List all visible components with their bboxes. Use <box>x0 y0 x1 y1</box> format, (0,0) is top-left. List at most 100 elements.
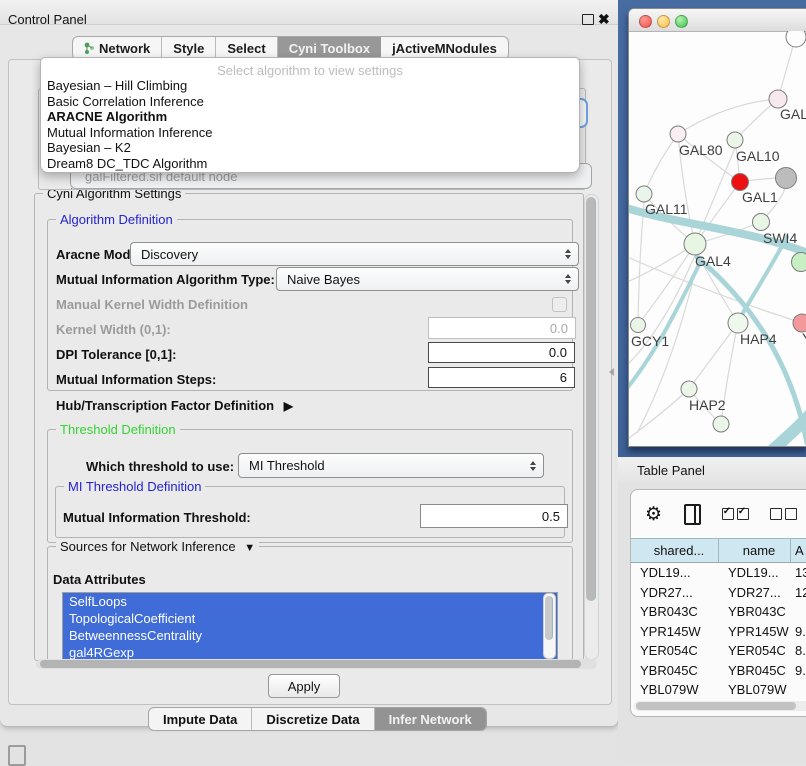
chevron-right-icon: ▶ <box>284 399 293 413</box>
network-view-window[interactable]: GAL GAL80 GAL10 GAL1 GAL11 SWI4 GAL4 GCY… <box>628 8 806 447</box>
panel-divider-collapse-arrow[interactable] <box>609 368 614 376</box>
algorithm-dropdown-popup: Select algorithm to view settings Bayesi… <box>40 57 580 173</box>
minimized-panel-icon[interactable] <box>8 745 26 766</box>
popup-placeholder: Select algorithm to view settings <box>41 58 579 78</box>
node[interactable] <box>713 416 729 432</box>
scrollbar-thumb[interactable] <box>636 702 796 710</box>
tab-network[interactable]: Network <box>73 37 162 59</box>
svg-text:GCY1: GCY1 <box>631 333 669 349</box>
column-header[interactable]: name <box>719 539 791 562</box>
gear-icon[interactable]: ⚙ <box>645 505 662 524</box>
node-gal10[interactable] <box>727 132 743 148</box>
table-horizontal-scrollbar[interactable] <box>634 701 806 711</box>
zoom-traffic-light-icon[interactable] <box>675 15 688 28</box>
aracne-mode-combo[interactable]: Discovery <box>130 242 579 266</box>
mi-steps-field[interactable]: 6 <box>428 367 575 388</box>
node[interactable] <box>786 31 806 47</box>
tab-jactivemnodules[interactable]: jActiveMNodules <box>381 37 508 59</box>
dpi-tolerance-field[interactable]: 0.0 <box>428 342 575 363</box>
table-panel-titlebar[interactable]: Table Panel <box>618 457 806 484</box>
manual-kernel-checkbox[interactable] <box>552 297 567 312</box>
mi-threshold-field[interactable]: 0.5 <box>420 504 568 528</box>
expander-label: Sources for Network Inference <box>60 539 236 554</box>
node-gray[interactable] <box>776 168 797 189</box>
node-labels: GAL GAL80 GAL10 GAL1 GAL11 SWI4 GAL4 GCY… <box>631 106 806 413</box>
popup-item[interactable]: Bayesian – Hill Climbing <box>41 78 579 94</box>
node-gal11[interactable] <box>636 186 652 202</box>
table-row[interactable]: YPR145WYPR145W9. <box>631 622 806 642</box>
apply-button[interactable]: Apply <box>268 674 340 698</box>
data-attributes-list[interactable]: SelfLoops TopologicalCoefficient Between… <box>62 592 558 660</box>
popup-item[interactable]: Basic Correlation Inference <box>41 94 579 110</box>
node-swi4[interactable] <box>753 214 770 231</box>
control-panel-titlebar[interactable] <box>0 0 618 25</box>
svg-text:GAL80: GAL80 <box>679 142 723 158</box>
tab-infer-network[interactable]: Infer Network <box>375 708 486 730</box>
table-row[interactable]: YBR043CYBR043C <box>631 602 806 622</box>
expander-label: Hub/Transcription Factor Definition <box>56 398 274 413</box>
tab-select[interactable]: Select <box>216 37 277 59</box>
svg-text:HAP2: HAP2 <box>689 397 726 413</box>
tab-discretize-data[interactable]: Discretize Data <box>252 708 374 730</box>
split-columns-icon[interactable] <box>684 504 701 525</box>
table-toolbar: ⚙ <box>631 490 806 538</box>
table-row[interactable]: YDL19...YDL19...13 <box>631 563 806 583</box>
mi-threshold-label: Mutual Information Threshold: <box>63 510 251 525</box>
spinner-arrows-icon <box>565 274 571 284</box>
tab-cyni-toolbox[interactable]: Cyni Toolbox <box>278 37 381 59</box>
hub-definition-expander[interactable]: Hub/Transcription Factor Definition ▶ <box>56 398 293 413</box>
combo-value: Naive Bayes <box>287 272 360 287</box>
node-gcy1[interactable] <box>631 318 646 333</box>
mi-type-combo[interactable]: Naive Bayes <box>276 267 579 291</box>
button-label: Apply <box>288 679 321 694</box>
data-attributes-label: Data Attributes <box>53 572 146 587</box>
svg-text:GAL1: GAL1 <box>742 189 778 205</box>
node-gal1[interactable] <box>732 174 749 191</box>
popup-item-selected[interactable]: ARACNE Algorithm <box>41 109 579 125</box>
column-header[interactable]: shared... <box>631 539 719 562</box>
column-header[interactable]: A <box>791 539 806 562</box>
tab-label: Network <box>99 41 150 56</box>
network-canvas[interactable]: GAL GAL80 GAL10 GAL1 GAL11 SWI4 GAL4 GCY… <box>629 31 806 446</box>
kernel-width-field[interactable]: 0.0 <box>428 317 576 339</box>
list-item[interactable]: TopologicalCoefficient <box>63 610 557 627</box>
float-window-icon[interactable] <box>582 14 594 25</box>
svg-text:GAL10: GAL10 <box>736 148 780 164</box>
list-item[interactable]: gal4RGexp <box>63 644 557 660</box>
node-gal80[interactable] <box>670 126 686 142</box>
tab-style[interactable]: Style <box>162 37 216 59</box>
field-value: 0.5 <box>542 509 560 524</box>
settings-horizontal-scrollbar[interactable] <box>36 659 597 669</box>
popup-item[interactable]: Dream8 DC_TDC Algorithm <box>41 156 579 172</box>
sources-expander[interactable]: Sources for Network Inference ▼ <box>56 539 259 554</box>
select-all-columns-icon[interactable] <box>722 508 749 520</box>
table-row[interactable]: YBL079WYBL079W <box>631 680 806 700</box>
scrollbar-thumb[interactable] <box>545 596 553 640</box>
scrollbar-thumb[interactable] <box>586 197 596 601</box>
combo-value: Discovery <box>141 247 198 262</box>
minimize-traffic-light-icon[interactable] <box>657 15 670 28</box>
tab-impute-data[interactable]: Impute Data <box>149 708 252 730</box>
close-traffic-light-icon[interactable] <box>639 15 652 28</box>
list-item[interactable]: SelfLoops <box>63 593 557 610</box>
popup-item[interactable]: Bayesian – K2 <box>41 140 579 156</box>
list-vertical-scrollbar[interactable] <box>543 593 556 659</box>
table-body[interactable]: YDL19...YDL19...13 YDR27...YDR27...12 YB… <box>631 563 806 702</box>
node[interactable] <box>792 253 806 272</box>
node-hap4[interactable] <box>728 313 748 333</box>
scrollbar-thumb[interactable] <box>40 660 581 668</box>
svg-text:GAL11: GAL11 <box>645 201 688 217</box>
node-gal4[interactable] <box>684 233 706 255</box>
list-item[interactable]: BetweennessCentrality <box>63 627 557 644</box>
settings-vertical-scrollbar[interactable] <box>584 194 599 660</box>
table-row[interactable]: YER054CYER054C8. <box>631 641 806 661</box>
deselect-all-columns-icon[interactable] <box>770 508 797 520</box>
table-row[interactable]: YDR27...YDR27...12 <box>631 583 806 603</box>
table-row[interactable]: YBR045CYBR045C9. <box>631 661 806 681</box>
which-threshold-combo[interactable]: MI Threshold <box>238 453 544 478</box>
close-icon[interactable]: ✖ <box>598 11 610 28</box>
node-hap2[interactable] <box>681 381 697 397</box>
tab-label: Style <box>173 41 204 56</box>
popup-item[interactable]: Mutual Information Inference <box>41 125 579 141</box>
network-window-titlebar[interactable] <box>629 9 806 32</box>
